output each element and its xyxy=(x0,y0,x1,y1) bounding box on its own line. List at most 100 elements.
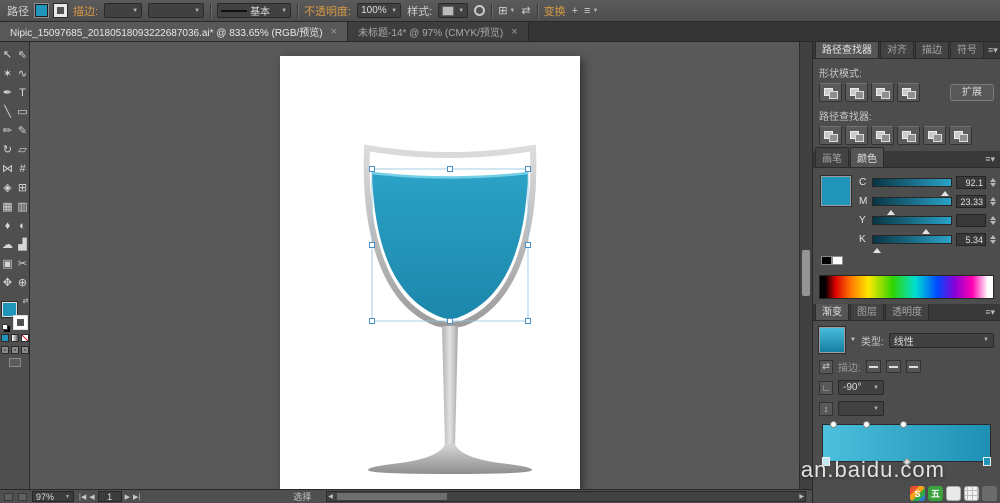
color-button[interactable] xyxy=(0,334,9,342)
width-profile-select[interactable]: ▼ xyxy=(148,3,205,18)
value-spinner[interactable] xyxy=(990,194,996,209)
shape-mode-button[interactable] xyxy=(845,83,868,102)
tab-color[interactable]: 颜色 xyxy=(850,147,884,167)
stroke-along-icon[interactable] xyxy=(885,360,901,373)
pathfinder-button[interactable] xyxy=(871,126,894,145)
keyboard-icon[interactable] xyxy=(964,486,979,501)
artboard-number-field[interactable]: 1 xyxy=(97,491,122,502)
tab-symbols[interactable]: 符号 xyxy=(950,42,984,58)
first-artboard-icon[interactable]: |◀ xyxy=(79,493,86,501)
scroll-left-icon[interactable]: ◀ xyxy=(328,493,333,500)
stroke-weight-select[interactable]: ▼ xyxy=(104,3,143,18)
tool-button[interactable]: ⊕ xyxy=(15,273,30,292)
scrollbar-thumb[interactable] xyxy=(337,493,448,500)
draw-behind-button[interactable] xyxy=(10,346,19,354)
style-select[interactable]: ▼ xyxy=(438,3,469,18)
tool-button[interactable]: ▥ xyxy=(15,197,30,216)
white-swatch[interactable] xyxy=(832,256,843,265)
sogou-logo-icon[interactable]: S xyxy=(910,486,925,501)
tool-button[interactable]: T xyxy=(15,83,30,102)
horizontal-scrollbar[interactable]: ◀ ▶ xyxy=(326,491,806,502)
tool-button[interactable]: ✎ xyxy=(15,121,30,140)
stroke-color-swatch[interactable] xyxy=(53,3,68,18)
fill-color-swatch[interactable] xyxy=(34,3,49,18)
shape-mode-button[interactable] xyxy=(897,83,920,102)
tool-button[interactable]: ✶ xyxy=(0,64,15,83)
reverse-gradient-icon[interactable]: ⇄ xyxy=(819,359,833,374)
channel-slider[interactable] xyxy=(872,235,952,253)
opacity-stop-icon[interactable] xyxy=(899,421,907,428)
stroke-link[interactable]: 描边: xyxy=(73,3,98,19)
pathfinder-button[interactable] xyxy=(897,126,920,145)
prev-artboard-icon[interactable]: ◀ xyxy=(89,493,94,501)
close-icon[interactable]: × xyxy=(511,26,517,37)
channel-value[interactable] xyxy=(956,214,986,227)
swap-fill-stroke-icon[interactable]: ⇄ xyxy=(23,297,29,305)
opacity-link[interactable]: 不透明度: xyxy=(304,3,351,19)
value-spinner[interactable] xyxy=(990,213,996,228)
value-spinner[interactable] xyxy=(990,175,996,190)
pathfinder-button[interactable] xyxy=(845,126,868,145)
panel-menu-icon[interactable]: ≡▾ xyxy=(985,45,1000,58)
pathfinder-button[interactable] xyxy=(819,126,842,145)
channel-slider[interactable] xyxy=(872,178,952,196)
tool-button[interactable]: ▱ xyxy=(15,140,30,159)
default-fill-stroke-icon[interactable] xyxy=(1,324,8,330)
tab-stroke[interactable]: 描边 xyxy=(915,42,949,58)
black-swatch[interactable] xyxy=(821,256,832,265)
stroke-within-icon[interactable] xyxy=(865,360,881,373)
tool-button[interactable]: ⋈ xyxy=(0,159,15,178)
status-icon[interactable] xyxy=(4,492,13,501)
close-icon[interactable]: × xyxy=(331,26,337,37)
channel-value[interactable]: 5.34 xyxy=(956,233,986,246)
gradient-stop-right[interactable] xyxy=(983,457,991,466)
draw-inside-button[interactable] xyxy=(20,346,29,354)
artboard[interactable] xyxy=(280,56,580,489)
document-tab-1[interactable]: Nipic_15097685_20180518093222687036.ai* … xyxy=(0,22,349,41)
next-artboard-icon[interactable]: ▶ xyxy=(125,493,130,501)
slider-thumb[interactable] xyxy=(940,187,949,196)
stroke-swatch[interactable] xyxy=(12,315,28,330)
slider-thumb[interactable] xyxy=(872,244,881,253)
scroll-right-icon[interactable]: ▶ xyxy=(799,493,804,500)
expand-button[interactable]: 扩展 xyxy=(950,84,994,101)
current-color-swatch[interactable] xyxy=(821,176,851,206)
tool-button[interactable]: ✒ xyxy=(0,83,15,102)
tool-button[interactable]: ▭ xyxy=(15,102,30,121)
tool-button[interactable]: ☁ xyxy=(0,235,15,254)
status-icon[interactable] xyxy=(18,492,27,501)
shape-mode-button[interactable] xyxy=(819,83,842,102)
tool-button[interactable]: ◈ xyxy=(0,178,15,197)
screen-mode-button[interactable] xyxy=(8,358,21,367)
panel-menu-icon[interactable]: ≡▾ xyxy=(982,307,998,320)
tool-button[interactable]: ∿ xyxy=(15,64,30,83)
panel-options-icon[interactable]: ≡ ▼ xyxy=(584,5,598,17)
isolate-mode-icon[interactable]: + xyxy=(572,5,578,17)
vertical-scrollbar[interactable] xyxy=(799,42,812,489)
wubi-mode-icon[interactable]: 五 xyxy=(928,486,943,501)
pathfinder-button[interactable] xyxy=(949,126,972,145)
none-button[interactable] xyxy=(20,334,29,342)
draw-normal-button[interactable] xyxy=(0,346,9,354)
tab-align[interactable]: 对齐 xyxy=(880,42,914,58)
tool-button[interactable]: ✥ xyxy=(0,273,15,292)
panel-menu-icon[interactable]: ≡▾ xyxy=(982,154,998,167)
transform-link[interactable]: 变换 xyxy=(544,3,566,19)
tool-button[interactable]: ♦ xyxy=(0,216,15,235)
liquid-shape[interactable] xyxy=(372,173,528,319)
pathfinder-button[interactable] xyxy=(923,126,946,145)
shape-mode-button[interactable] xyxy=(871,83,894,102)
glass-stem[interactable] xyxy=(442,326,458,446)
recolor-artwork-icon[interactable] xyxy=(474,5,486,16)
opacity-stop-icon[interactable] xyxy=(863,421,871,428)
brush-select[interactable]: 基本 ▼ xyxy=(217,3,292,18)
tool-button[interactable]: ▣ xyxy=(0,254,15,273)
channel-value[interactable]: 92.1 xyxy=(956,176,986,189)
zoom-select[interactable]: 97% ▼ xyxy=(32,491,74,502)
tool-button[interactable]: ◐ xyxy=(15,216,30,235)
channel-value[interactable]: 23.33 xyxy=(956,195,986,208)
tab-brushes[interactable]: 画笔 xyxy=(815,147,849,167)
tool-button[interactable]: # xyxy=(15,159,30,178)
gradient-type-select[interactable]: 线性 ▼ xyxy=(888,332,994,348)
canvas-area[interactable] xyxy=(30,42,812,489)
